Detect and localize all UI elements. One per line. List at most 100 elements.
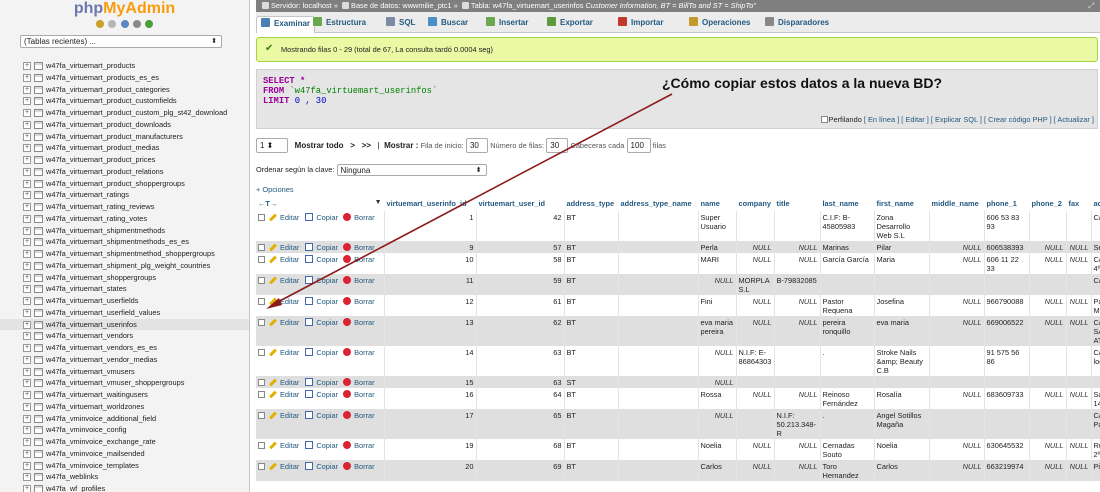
sidebar-table-item[interactable]: + w47fa_virtuemart_vendors — [0, 330, 249, 342]
copy-link[interactable]: Copiar — [316, 411, 338, 420]
table-cell[interactable]: Rosalía — [874, 388, 930, 409]
table-cell[interactable] — [1029, 346, 1067, 376]
table-cell[interactable]: BT — [564, 241, 619, 253]
table-cell[interactable] — [1066, 376, 1092, 388]
table-cell[interactable]: NULL — [1066, 316, 1092, 346]
table-cell[interactable]: NULL — [774, 460, 821, 481]
expand-icon[interactable]: + — [23, 461, 31, 470]
sidebar-table-item[interactable]: + w47fa_vminvoice_templates — [0, 460, 249, 472]
column-header[interactable]: last_name — [820, 196, 875, 211]
table-cell[interactable] — [618, 295, 699, 316]
table-cell[interactable] — [984, 409, 1030, 439]
sidebar-table-item[interactable]: + w47fa_virtuemart_products_es_es — [0, 72, 249, 84]
recent-tables-select[interactable]: (Tablas recientes) ... ⬍ — [20, 35, 222, 48]
table-cell[interactable] — [1091, 376, 1100, 388]
create-php-link[interactable]: [ Crear código PHP ] — [984, 115, 1052, 124]
row-checkbox[interactable] — [258, 277, 265, 284]
row-checkbox[interactable] — [258, 319, 265, 326]
table-cell[interactable]: NULL — [1066, 460, 1092, 481]
table-cell[interactable]: Cernadas Souto — [820, 439, 875, 460]
table-cell[interactable]: 17 — [384, 409, 477, 439]
sidebar-table-item[interactable]: + w47fa_vminvoice_additional_field — [0, 413, 249, 425]
table-cell[interactable]: 11 — [384, 274, 477, 295]
table-cell[interactable]: Josefina — [874, 295, 930, 316]
column-nav-header[interactable]: ←T→ ▼ — [256, 196, 385, 211]
table-cell[interactable] — [736, 211, 775, 241]
table-cell[interactable]: BT — [564, 409, 619, 439]
table-cell[interactable]: BT — [564, 388, 619, 409]
copy-link[interactable]: Copiar — [316, 378, 338, 387]
table-cell[interactable]: Toro Hernandez — [820, 460, 875, 481]
table-cell[interactable]: NULL — [929, 460, 985, 481]
num-rows-input[interactable]: 30 — [546, 138, 569, 153]
sidebar-table-item[interactable]: + w47fa_virtuemart_shipmentmethods_es_es — [0, 236, 249, 248]
table-cell[interactable]: C/ Velaz 55, 4ºS — [1091, 253, 1100, 274]
expand-icon[interactable]: + — [23, 132, 31, 141]
table-cell[interactable] — [774, 346, 821, 376]
expand-icon[interactable]: + — [23, 297, 31, 305]
delete-link[interactable]: Borrar — [354, 243, 375, 252]
table-cell[interactable]: C/ Madrid — [1091, 211, 1100, 241]
row-checkbox[interactable] — [258, 379, 265, 386]
table-cell[interactable]: 683609733 — [984, 388, 1030, 409]
column-header[interactable]: name — [698, 196, 737, 211]
profiling-checkbox[interactable] — [820, 116, 828, 123]
expand-icon[interactable]: + — [23, 156, 31, 164]
sidebar-table-item[interactable]: + w47fa_virtuemart_userfield_values — [0, 307, 249, 319]
table-cell[interactable]: NULL — [1066, 439, 1092, 460]
table-cell[interactable]: NULL — [736, 316, 775, 346]
row-checkbox[interactable] — [258, 412, 265, 419]
edit-sql-link[interactable]: [ Editar ] — [901, 115, 929, 124]
copy-link[interactable]: Copiar — [316, 348, 338, 357]
copy-link[interactable]: Copiar — [316, 213, 338, 222]
tab-examinar[interactable]: Examinar — [256, 16, 316, 33]
sidebar-table-item[interactable]: + w47fa_virtuemart_vendor_medias — [0, 354, 249, 366]
table-cell[interactable]: BT — [564, 460, 619, 481]
table-cell[interactable] — [929, 211, 985, 241]
explain-sql-link[interactable]: [ Explicar SQL ] — [931, 115, 982, 124]
expand-icon[interactable]: + — [23, 179, 31, 188]
expand-icon[interactable]: + — [23, 203, 31, 211]
table-cell[interactable]: 606 53 83 93 — [984, 211, 1030, 241]
table-cell[interactable]: C/Minas 23 — [1091, 274, 1100, 295]
table-cell[interactable]: 13 — [384, 316, 477, 346]
table-cell[interactable]: NULL — [929, 316, 985, 346]
sidebar-table-item[interactable]: + w47fa_vminvoice_mailsended — [0, 448, 249, 460]
refresh-link[interactable]: [ Actualizar ] — [1054, 115, 1094, 124]
table-cell[interactable]: NULL — [929, 253, 985, 274]
table-cell[interactable]: 20 — [384, 460, 477, 481]
table-cell[interactable]: Pizarro — [1091, 460, 1100, 481]
table-cell[interactable]: 630645532 — [984, 439, 1030, 460]
table-cell[interactable]: 58 — [476, 253, 565, 274]
expand-icon[interactable]: + — [23, 85, 31, 94]
table-cell[interactable] — [1029, 376, 1067, 388]
table-cell[interactable] — [618, 241, 699, 253]
sidebar-table-item[interactable]: + w47fa_virtuemart_rating_votes — [0, 213, 249, 225]
table-cell[interactable]: Rua Gu nº45 2º — [1091, 439, 1100, 460]
table-cell[interactable]: N.I.F: E-86864303 — [736, 346, 775, 376]
edit-link[interactable]: Editar — [280, 213, 299, 222]
table-cell[interactable]: García García — [820, 253, 875, 274]
delete-link[interactable]: Borrar — [354, 348, 375, 357]
sidebar-table-item[interactable]: + w47fa_virtuemart_shipmentmethods — [0, 225, 249, 237]
table-cell[interactable]: 68 — [476, 439, 565, 460]
edit-link[interactable]: Editar — [280, 348, 299, 357]
table-cell[interactable] — [929, 274, 985, 295]
table-cell[interactable]: BT — [564, 253, 619, 274]
sidebar-table-item[interactable]: + w47fa_weblinks — [0, 471, 249, 483]
copy-link[interactable]: Copiar — [316, 276, 338, 285]
table-cell[interactable]: NULL — [736, 388, 775, 409]
table-cell[interactable]: NULL — [774, 241, 821, 253]
table-cell[interactable] — [1029, 409, 1067, 439]
table-cell[interactable]: NULL — [698, 274, 737, 295]
table-cell[interactable]: NULL — [736, 241, 775, 253]
column-header[interactable]: title — [774, 196, 821, 211]
table-cell[interactable]: BT — [564, 346, 619, 376]
table-cell[interactable]: Carlos — [874, 460, 930, 481]
table-cell[interactable]: Pastor Requena — [820, 295, 875, 316]
sidebar-table-item[interactable]: + w47fa_virtuemart_worldzones — [0, 401, 249, 413]
table-cell[interactable]: NULL — [698, 346, 737, 376]
sidebar-table-item[interactable]: + w47fa_virtuemart_product_manufacturers — [0, 131, 249, 143]
table-cell[interactable]: NULL — [698, 409, 737, 439]
table-cell[interactable]: 15 — [384, 376, 477, 388]
